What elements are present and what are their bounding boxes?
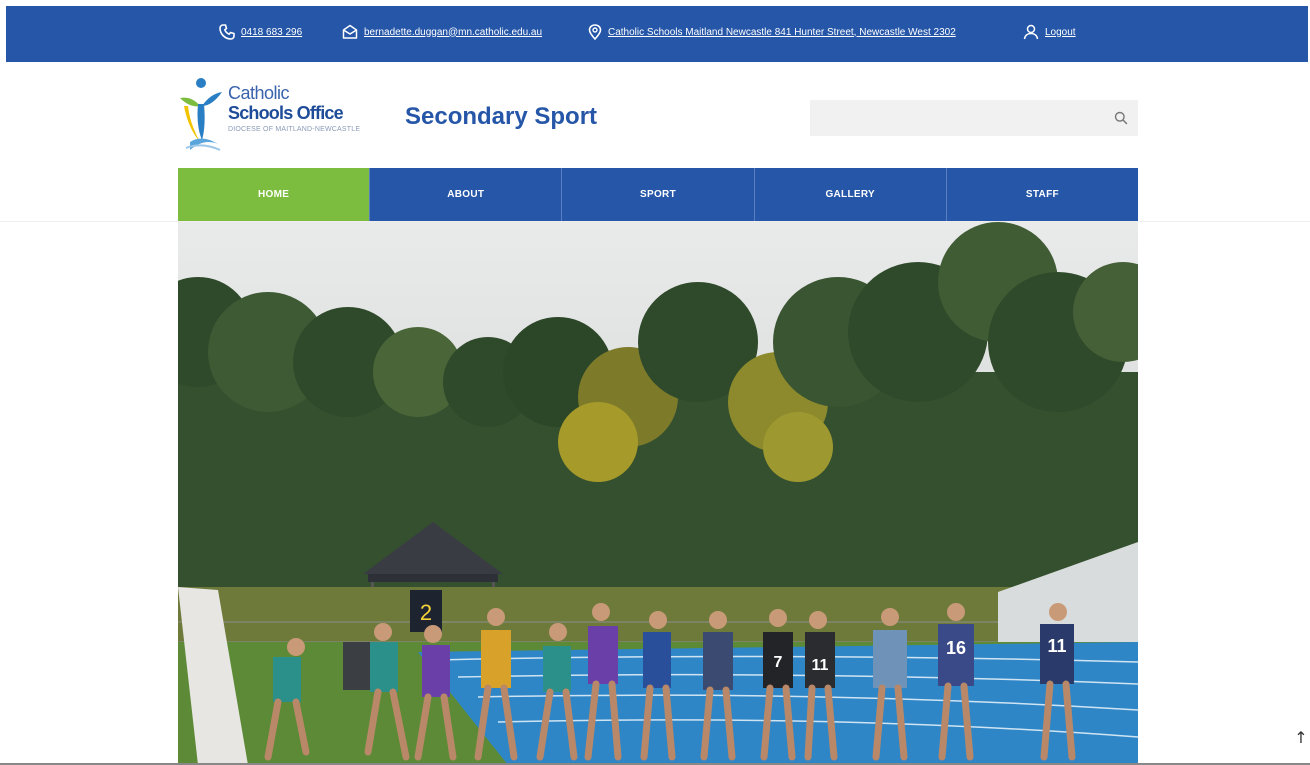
search-box: [810, 100, 1138, 136]
email-link[interactable]: bernadette.duggan@mn.catholic.edu.au: [342, 24, 542, 40]
address-link[interactable]: Catholic Schools Maitland Newcastle 841 …: [588, 24, 956, 40]
top-contact-bar: 0418 683 296 bernadette.duggan@mn.cathol…: [6, 6, 1308, 62]
bib-number-11-a: 11: [812, 657, 829, 674]
logout-label: Logout: [1045, 26, 1076, 38]
main-navigation: HOME ABOUT SPORT GALLERY STAFF: [178, 168, 1139, 221]
phone-number: 0418 683 296: [241, 26, 303, 38]
nav-tab-home[interactable]: HOME: [178, 168, 371, 221]
location-pin-icon: [588, 24, 602, 40]
bib-number-7: 7: [774, 654, 783, 671]
logo-figure-icon: [180, 78, 222, 151]
bib-number-16: 16: [946, 638, 966, 658]
email-address: bernadette.duggan@mn.catholic.edu.au: [364, 26, 543, 38]
logo-text-schools-office: Schools Office: [228, 103, 344, 123]
race-clock: 2: [420, 600, 432, 625]
phone-icon: [219, 24, 235, 40]
mail-icon: [342, 24, 358, 40]
address-text: Catholic Schools Maitland Newcastle 841 …: [608, 26, 956, 38]
user-icon: [1023, 24, 1039, 40]
logout-link[interactable]: Logout: [1023, 24, 1076, 40]
nav-tab-sport[interactable]: SPORT: [562, 168, 755, 221]
nav-tab-gallery[interactable]: GALLERY: [754, 168, 947, 221]
scroll-to-top-arrow-icon[interactable]: ↑: [1292, 728, 1310, 752]
nav-tab-about[interactable]: ABOUT: [370, 168, 563, 221]
bib-number-11-b: 11: [1047, 636, 1066, 656]
search-icon[interactable]: [1114, 111, 1128, 130]
site-title[interactable]: Secondary Sport: [405, 103, 597, 131]
hero-illustration: 2 7 11 16 11: [178, 222, 1138, 765]
search-input[interactable]: [810, 100, 1120, 136]
catholic-schools-office-logo[interactable]: Catholic Schools Office DIOCESE OF MAITL…: [178, 76, 392, 156]
hero-image-athletics-race: 2 7 11 16 11: [178, 222, 1138, 765]
logo-text-diocese: DIOCESE OF MAITLAND-NEWCASTLE: [228, 126, 361, 133]
phone-link[interactable]: 0418 683 296: [219, 24, 302, 40]
logo-text-catholic: Catholic: [228, 83, 290, 103]
nav-tab-staff[interactable]: STAFF: [946, 168, 1139, 221]
